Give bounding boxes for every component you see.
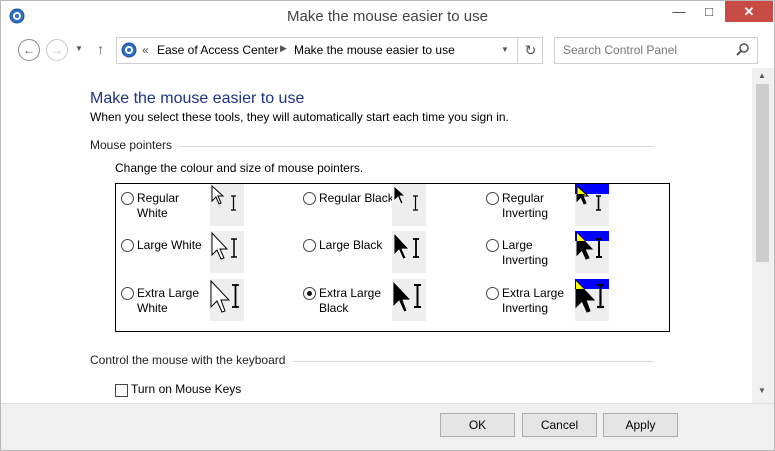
keyboard-heading: Control the mouse with the keyboard (90, 353, 286, 367)
vertical-scrollbar[interactable]: ▲ ▼ (752, 68, 774, 403)
option-label: Extra Large White (137, 286, 200, 315)
cancel-button[interactable]: Cancel (522, 413, 597, 437)
text-cursor-icon (232, 284, 239, 308)
mouse-keys-label[interactable]: Turn on Mouse Keys (131, 382, 241, 396)
up-button[interactable]: ↑ (97, 41, 104, 57)
close-button[interactable]: ✕ (725, 1, 773, 22)
content-pane: Make the mouse easier to use When you se… (1, 68, 752, 403)
breadcrumb-ease-of-access[interactable]: Ease of Access Center (157, 43, 278, 57)
refresh-button[interactable]: ↻ (517, 38, 543, 63)
text-cursor-icon (596, 238, 602, 258)
radio-large-inverting[interactable] (486, 239, 499, 252)
window-title: Make the mouse easier to use (287, 8, 488, 25)
text-cursor-icon (596, 195, 601, 211)
option-label: Large White (137, 238, 202, 252)
mouse-pointers-heading: Mouse pointers (90, 138, 173, 152)
scroll-up-icon[interactable]: ▲ (758, 71, 766, 80)
address-overflow-icon[interactable]: « (142, 43, 149, 57)
option-label: Large Inverting (502, 238, 549, 267)
arrow-cursor-icon (392, 279, 412, 313)
section-divider (293, 361, 654, 362)
scroll-down-icon[interactable]: ▼ (758, 386, 766, 395)
maximize-button[interactable]: □ (695, 1, 723, 22)
search-icon[interactable] (735, 42, 751, 58)
text-cursor-icon (231, 238, 237, 258)
section-divider (179, 146, 654, 147)
control-panel-window: Make the mouse easier to use — □ ✕ ← → ▼… (0, 0, 775, 451)
radio-regular-black[interactable] (303, 192, 316, 205)
breadcrumb-arrow-icon[interactable]: ▶ (280, 43, 287, 54)
text-cursor-icon (413, 238, 419, 258)
mouse-keys-checkbox[interactable] (115, 384, 128, 397)
navigation-bar: ← → ▼ ↑ « Ease of Access Center ▶ Make t… (1, 32, 774, 68)
option-label: Extra Large Inverting (502, 286, 565, 315)
title-bar: Make the mouse easier to use — □ ✕ (1, 1, 774, 32)
radio-extra-large-black[interactable] (303, 287, 316, 300)
option-label: Regular Inverting (502, 191, 549, 220)
text-cursor-icon (414, 284, 421, 308)
ok-button[interactable]: OK (440, 413, 515, 437)
button-bar: OK Cancel Apply (1, 403, 774, 450)
radio-regular-white[interactable] (121, 192, 134, 205)
address-dropdown-icon[interactable]: ▼ (501, 45, 509, 54)
page-subtitle: When you select these tools, they will a… (90, 110, 509, 124)
page-title: Make the mouse easier to use (90, 90, 305, 107)
arrow-cursor-icon (211, 231, 229, 260)
option-label: Regular White (137, 191, 180, 220)
address-bar[interactable]: « Ease of Access Center ▶ Make the mouse… (116, 37, 543, 64)
option-label: Large Black (319, 238, 383, 252)
option-label: Extra Large Black (319, 286, 382, 315)
breadcrumb-current[interactable]: Make the mouse easier to use (294, 43, 455, 57)
option-label: Regular Black (319, 191, 394, 205)
arrow-cursor-icon (393, 231, 410, 260)
text-cursor-icon (413, 195, 418, 211)
control-panel-icon (121, 42, 137, 58)
radio-regular-inverting[interactable] (486, 192, 499, 205)
mouse-pointers-description: Change the colour and size of mouse poin… (115, 161, 364, 175)
minimize-button[interactable]: — (665, 1, 693, 22)
radio-extra-large-inverting[interactable] (486, 287, 499, 300)
radio-large-black[interactable] (303, 239, 316, 252)
arrow-cursor-icon (393, 185, 407, 205)
pointer-preview (210, 184, 244, 226)
scroll-thumb[interactable] (756, 84, 769, 262)
pointer-preview (392, 184, 426, 226)
pointer-preview (210, 231, 244, 273)
forward-button[interactable]: → (46, 39, 68, 61)
pointer-preview (210, 279, 244, 321)
search-input[interactable]: Search Control Panel (554, 37, 758, 64)
pointer-preview (575, 279, 609, 321)
back-button[interactable]: ← (18, 39, 40, 61)
arrow-cursor-icon (211, 184, 225, 205)
recent-locations-icon[interactable]: ▼ (75, 44, 83, 53)
apply-button[interactable]: Apply (603, 413, 678, 437)
pointer-preview (392, 231, 426, 273)
radio-extra-large-white[interactable] (121, 287, 134, 300)
text-cursor-icon (231, 195, 236, 211)
radio-large-white[interactable] (121, 239, 134, 252)
pointer-preview (392, 279, 426, 321)
pointer-scheme-grid: Regular White Regular Black Regular Invert… (115, 183, 670, 332)
search-placeholder: Search Control Panel (563, 43, 678, 57)
pointer-preview (575, 184, 609, 226)
pointer-preview (575, 231, 609, 273)
arrow-cursor-icon (210, 279, 231, 313)
